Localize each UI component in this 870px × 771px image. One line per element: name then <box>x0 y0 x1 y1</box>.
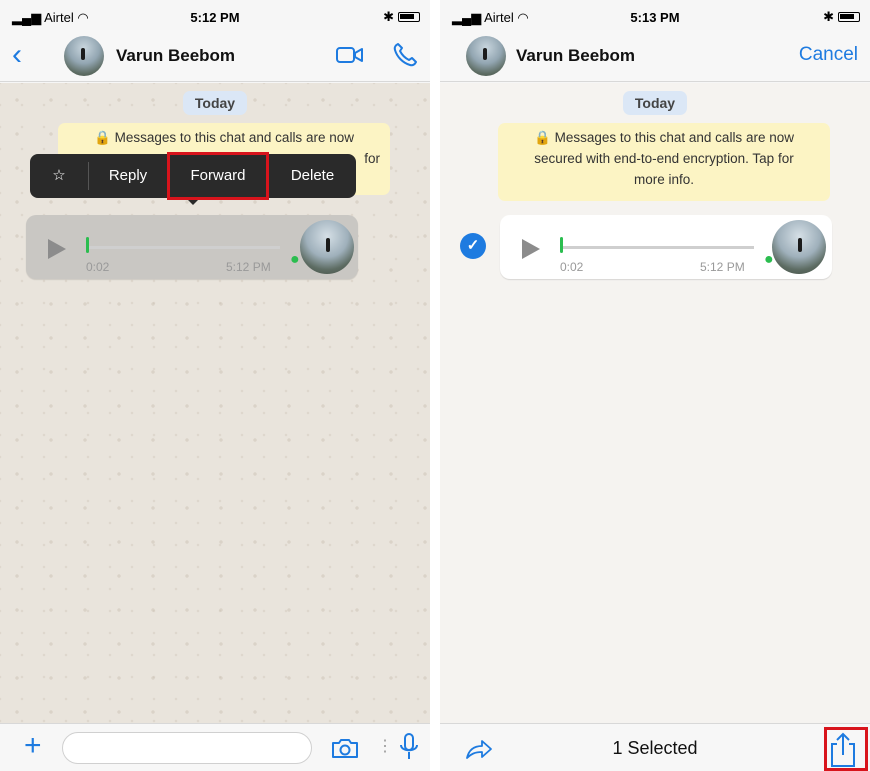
audio-scrubber[interactable] <box>560 237 563 253</box>
date-divider: Today <box>0 91 430 115</box>
encryption-notice[interactable]: 🔒 Messages to this chat and calls are no… <box>498 123 830 201</box>
message-input[interactable] <box>62 732 312 764</box>
cancel-button[interactable]: Cancel <box>799 44 858 66</box>
camera-icon[interactable] <box>330 736 360 765</box>
voice-duration: 0:02 <box>86 260 110 274</box>
separator: ⋮ <box>377 738 393 755</box>
message-composer: + ⋮ <box>0 723 430 771</box>
message-time: 5:12 PM <box>700 260 745 274</box>
date-divider: Today <box>440 91 870 115</box>
voice-sender-avatar <box>300 220 354 274</box>
bluetooth-icon: ✱ <box>383 9 394 24</box>
play-icon[interactable] <box>522 239 540 259</box>
microphone-icon: ● <box>290 251 300 268</box>
avatar[interactable] <box>64 36 104 76</box>
reply-button[interactable]: Reply <box>89 154 167 198</box>
audio-track[interactable] <box>86 246 280 249</box>
chat-header: ‹ Varun Beebom <box>0 30 430 82</box>
selection-toolbar: 1 Selected <box>440 723 870 771</box>
chat-area: Today 🔒 Messages to this chat and calls … <box>440 83 870 723</box>
avatar[interactable] <box>466 36 506 76</box>
video-camera-icon[interactable] <box>336 44 364 71</box>
contact-name[interactable]: Varun Beebom <box>116 46 235 66</box>
status-bar: ▂▄▆ Airtel ◠ 5:13 PM ✱ <box>440 0 870 30</box>
star-icon[interactable]: ☆ <box>30 154 88 198</box>
battery-icon <box>398 12 420 22</box>
status-bar: ▂▄▆ Airtel ◠ 5:12 PM ✱ <box>0 0 430 30</box>
microphone-icon[interactable] <box>398 732 420 767</box>
voice-message-bubble[interactable]: 0:02 5:12 PM ● <box>500 215 832 279</box>
selected-count: 1 Selected <box>612 738 698 758</box>
chevron-left-icon[interactable]: ‹ <box>12 40 22 70</box>
contact-name[interactable]: Varun Beebom <box>516 46 635 66</box>
voice-message-bubble[interactable]: 0:02 5:12 PM ● <box>26 215 358 279</box>
chat-screen-right: ▂▄▆ Airtel ◠ 5:13 PM ✱ Varun Beebom Canc… <box>440 0 870 771</box>
voice-duration: 0:02 <box>560 260 584 274</box>
message-time: 5:12 PM <box>226 260 271 274</box>
selected-checkmark-icon[interactable]: ✓ <box>460 233 486 259</box>
voice-sender-avatar <box>772 220 826 274</box>
audio-scrubber[interactable] <box>86 237 89 253</box>
share-highlight-box <box>824 727 868 771</box>
clock: 5:13 PM <box>630 10 680 25</box>
audio-track[interactable] <box>560 246 754 249</box>
plus-icon[interactable]: + <box>24 730 42 762</box>
battery-icon <box>838 12 860 22</box>
forward-highlight-box <box>167 152 269 200</box>
clock: 5:12 PM <box>190 10 240 25</box>
delete-button[interactable]: Delete <box>269 154 356 198</box>
play-icon[interactable] <box>48 239 66 259</box>
bluetooth-icon: ✱ <box>823 9 834 24</box>
chat-header: Varun Beebom Cancel <box>440 30 870 82</box>
chat-screen-left: ▂▄▆ Airtel ◠ 5:12 PM ✱ ‹ Varun Beebom To… <box>0 0 430 771</box>
phone-icon[interactable] <box>392 42 418 73</box>
